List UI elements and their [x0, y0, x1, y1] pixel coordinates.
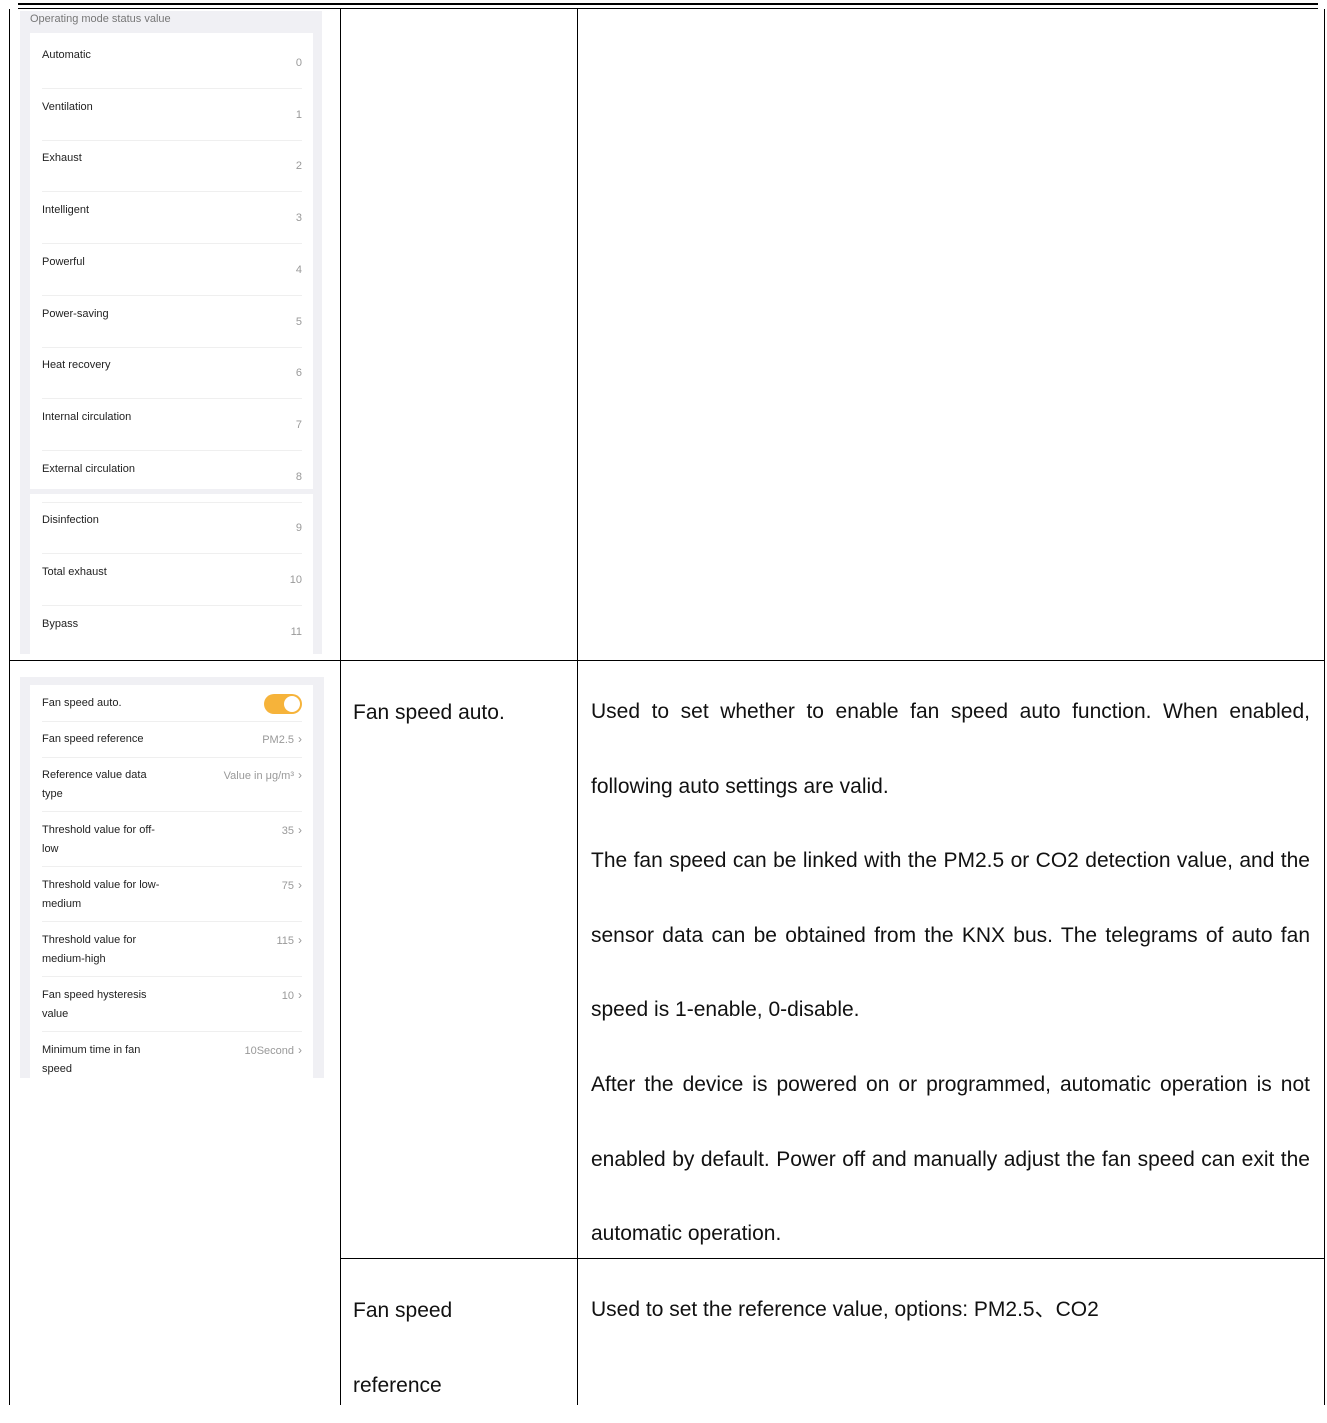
mode-status-row: Ventilation 1: [42, 89, 302, 141]
param-desc-fan-speed-reference: Used to set the reference value, options…: [591, 1298, 1099, 1321]
mode-value: 11: [290, 625, 302, 638]
setting-label: Reference value data type: [42, 769, 147, 800]
row-divider: [42, 1031, 302, 1032]
header-rule: [18, 3, 1318, 5]
param-name-fan-speed-auto: Fan speed auto.: [353, 701, 505, 724]
chevron-right-icon: ›: [298, 933, 302, 947]
chevron-right-icon: ›: [298, 768, 302, 782]
mode-label: Intelligent: [42, 204, 90, 217]
mode-value: 6: [295, 367, 302, 380]
setting-value-text: 115: [276, 935, 294, 947]
mode-label: Heat recovery: [42, 359, 111, 372]
mode-label: Bypass: [42, 617, 79, 630]
mode-value: 1: [295, 108, 302, 121]
mode-status-row: Heat recovery 6: [42, 347, 302, 400]
mode-status-row: Power-saving 5: [42, 296, 302, 348]
row-divider: [42, 921, 302, 922]
panel-title: Operating mode status value: [30, 13, 171, 25]
mode-status-row: Total exhaust 10: [42, 554, 302, 606]
toggle-knob: [284, 696, 300, 712]
mode-label: Internal circulation: [42, 410, 132, 423]
mode-status-row: Bypass 11: [42, 606, 302, 658]
mode-status-row: Powerful 4: [42, 244, 302, 296]
mode-label: Exhaust: [42, 152, 82, 165]
setting-value-text: 35: [281, 825, 294, 837]
mode-value: 5: [295, 315, 302, 328]
setting-value-text: 10Second: [244, 1045, 294, 1057]
row-divider: [42, 811, 302, 812]
mode-value: 4: [295, 263, 302, 276]
table-border-left: [9, 9, 10, 1405]
setting-value-text: 75: [281, 880, 294, 892]
fan-settings-screenshot: Fan speed auto. Fan speed reference PM2.5…: [20, 677, 324, 1078]
fan-speed-auto-label: Fan speed auto.: [42, 697, 122, 709]
table-row-divider: [9, 660, 1325, 661]
mode-status-row: Disinfection 9: [42, 502, 302, 555]
table-border-right: [1324, 9, 1325, 1405]
mode-value: 3: [295, 212, 302, 225]
row-divider: [42, 721, 302, 722]
setting-value: 35 ›: [282, 821, 302, 841]
chevron-right-icon: ›: [298, 1043, 302, 1057]
desc-paragraph: The fan speed can be linked with the PM2…: [591, 849, 1310, 1022]
table-border-col2: [577, 9, 578, 1405]
header-rule-thin: [18, 8, 1318, 9]
row-divider: [42, 757, 302, 758]
mode-label: Power-saving: [42, 307, 109, 320]
mode-value: 10: [289, 574, 302, 586]
param-desc-fan-speed-auto: Used to set whether to enable fan speed …: [591, 675, 1310, 1272]
mode-status-row: Exhaust 2: [42, 140, 302, 193]
setting-value: 10Second ›: [244, 1041, 302, 1061]
mode-value: 0: [295, 57, 302, 69]
table-border-col1: [340, 9, 341, 1405]
desc-paragraph: After the device is powered on or progra…: [591, 1072, 1310, 1246]
setting-value: 10 ›: [282, 986, 302, 1006]
mode-status-row: External circulation 8: [42, 451, 302, 503]
setting-value: PM2.5 ›: [262, 730, 302, 750]
mode-status-row: Intelligent 3: [42, 192, 302, 245]
mode-label: Ventilation: [42, 100, 93, 113]
fan-speed-auto-row[interactable]: Fan speed auto.: [42, 694, 302, 722]
setting-label: Threshold value for low-medium: [42, 879, 160, 910]
mode-status-screenshot: Operating mode status value Automatic 0 Ve…: [20, 11, 322, 654]
chevron-right-icon: ›: [298, 878, 302, 892]
mode-label: Total exhaust: [42, 566, 107, 578]
setting-label: Fan speed hysteresis value: [42, 989, 147, 1020]
setting-value-text: PM2.5: [262, 734, 294, 746]
setting-value: Value in μg/m³ ›: [224, 766, 302, 786]
chevron-right-icon: ›: [298, 988, 302, 1002]
setting-label: Threshold value for medium-high: [42, 934, 137, 965]
mode-label: Automatic: [42, 49, 91, 61]
mode-label: Disinfection: [42, 514, 99, 527]
row-divider: [42, 866, 302, 867]
mode-status-row: Automatic 0: [42, 37, 302, 89]
chevron-right-icon: ›: [298, 732, 302, 746]
setting-value-text: 10: [281, 990, 294, 1002]
row-divider: [42, 976, 302, 977]
desc-paragraph: Used to set whether to enable fan speed …: [591, 700, 1310, 798]
chevron-right-icon: ›: [298, 823, 302, 837]
mode-label: Powerful: [42, 255, 85, 268]
mode-value: 2: [295, 160, 302, 173]
setting-label: Threshold value for off-low: [42, 824, 155, 855]
setting-value: 115 ›: [276, 931, 302, 951]
param-name-fan-speed-reference: Fan speed reference: [353, 1299, 453, 1397]
mode-value: 9: [295, 522, 302, 535]
fan-speed-auto-toggle[interactable]: [264, 694, 302, 714]
mode-value: 7: [295, 418, 302, 431]
setting-value: 75 ›: [282, 876, 302, 896]
setting-label: Fan speed reference: [42, 733, 144, 745]
mode-label: External circulation: [42, 462, 135, 475]
setting-label: Minimum time in fan speed: [42, 1044, 141, 1075]
mode-value: 8: [295, 470, 302, 483]
setting-value-text: Value in μg/m³: [223, 770, 294, 782]
mode-status-row: Internal circulation 7: [42, 399, 302, 451]
